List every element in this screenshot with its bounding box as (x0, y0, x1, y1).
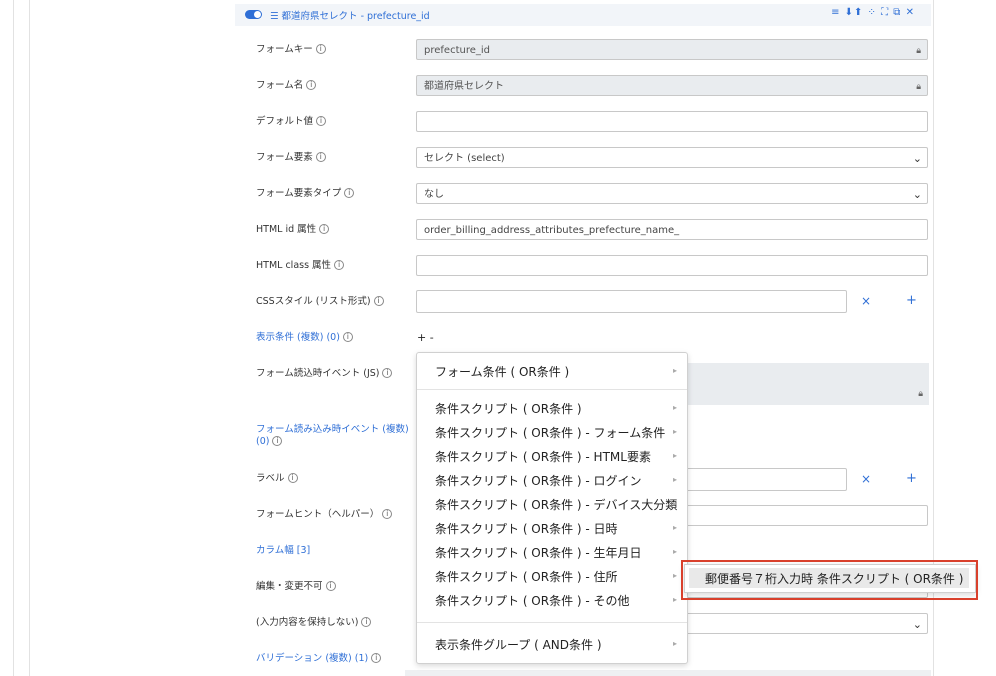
chevron-down-icon: ⌄ (912, 152, 922, 165)
no-keep-label: (入力内容を保持しない) i (256, 617, 372, 629)
toggle-knob (254, 11, 261, 18)
info-icon[interactable]: i (361, 617, 372, 627)
menu-item[interactable]: フォーム条件 ( OR条件 ) (435, 363, 569, 380)
form-load-events-label[interactable]: フォーム読み込み時イベント (複数) (0) i (256, 424, 409, 448)
panel-border-left (29, 0, 30, 676)
form-element-select[interactable]: セレクト (select) ⌄ (416, 147, 928, 168)
menu-item[interactable]: 条件スクリプト ( OR条件 ) - 日時 (435, 520, 618, 537)
add-icon[interactable]: + (906, 471, 917, 486)
form-key-label: フォームキー i (256, 44, 326, 56)
list-icon: ☰ (270, 11, 282, 22)
menu-item[interactable]: 条件スクリプト ( OR条件 ) - HTML要素 (435, 448, 651, 465)
page-border-left (13, 0, 14, 676)
chevron-right-icon: ▸ (672, 366, 677, 375)
add-remove-toggle[interactable]: + - (417, 331, 434, 344)
menu-item[interactable]: 条件スクリプト ( OR条件 ) - その他 (435, 592, 630, 609)
highlight-box (681, 560, 978, 600)
menu-item[interactable]: 条件スクリプト ( OR条件 ) (435, 400, 582, 417)
form-hint-label: フォームヒント（ヘルパー） i (256, 509, 393, 521)
chevron-right-icon: ▸ (672, 451, 677, 460)
display-condition-menu: フォーム条件 ( OR条件 ) ▸ 条件スクリプト ( OR条件 ) ▸ 条件ス… (416, 352, 688, 664)
item-title[interactable]: ☰ 都道府県セレクト - prefecture_id (270, 8, 430, 22)
html-id-input[interactable]: order_billing_address_attributes_prefect… (416, 219, 928, 240)
chevron-right-icon: ▸ (672, 475, 677, 484)
form-load-event-label: フォーム読込時イベント (JS) i (256, 368, 393, 380)
info-icon[interactable]: i (319, 224, 330, 234)
chevron-right-icon: ▸ (672, 523, 677, 532)
add-icon[interactable]: + (906, 293, 917, 308)
chevron-right-icon: ▸ (672, 639, 677, 648)
info-icon[interactable]: i (382, 509, 393, 519)
display-condition-label[interactable]: 表示条件 (複数) (0) i (256, 332, 353, 344)
enable-toggle[interactable] (245, 10, 262, 19)
item-header: ☰ 都道府県セレクト - prefecture_id ≡ ⬇⬆ ⁘ ⛶ ⧉ ✕ (235, 4, 931, 26)
chevron-down-icon: ⌄ (912, 618, 922, 631)
css-style-input[interactable] (416, 290, 847, 313)
info-icon[interactable]: i (315, 44, 326, 54)
lock-icon: 🔒︎ (916, 46, 921, 56)
info-icon[interactable]: i (315, 152, 326, 162)
form-element-type-select[interactable]: なし ⌄ (416, 183, 928, 204)
header-toolbar[interactable]: ≡ ⬇⬆ ⁘ ⛶ ⧉ ✕ (831, 7, 915, 18)
menu-item[interactable]: 条件スクリプト ( OR条件 ) - デバイス大分類 (435, 496, 677, 513)
chevron-right-icon: ▸ (672, 403, 677, 412)
chevron-right-icon: ▸ (672, 427, 677, 436)
info-icon[interactable]: i (382, 368, 393, 378)
form-key-input[interactable]: prefecture_id 🔒︎ (416, 39, 928, 60)
lock-icon: 🔒︎ (916, 82, 921, 92)
edit-lock-label: 編集・変更不可 i (256, 581, 336, 593)
info-icon[interactable]: i (342, 332, 353, 342)
info-icon[interactable]: i (306, 80, 317, 90)
menu-item[interactable]: 表示条件グループ ( AND条件 ) (435, 636, 602, 653)
form-element-label: フォーム要素 i (256, 152, 326, 164)
menu-item[interactable]: 条件スクリプト ( OR条件 ) - ログイン (435, 472, 642, 489)
chevron-right-icon: ▸ (672, 595, 677, 604)
info-icon[interactable]: i (287, 473, 298, 483)
html-id-label: HTML id 属性 i (256, 224, 330, 236)
chevron-right-icon: ▸ (672, 571, 677, 580)
chevron-down-icon: ⌄ (912, 188, 922, 201)
info-icon[interactable]: i (371, 653, 382, 663)
default-value-input[interactable] (416, 111, 928, 132)
validation-label[interactable]: バリデーション (複数) (1) i (256, 653, 382, 665)
form-element-type-label: フォーム要素タイプ i (256, 188, 355, 200)
info-icon[interactable]: i (272, 436, 283, 446)
column-width-label[interactable]: カラム幅 [3] (256, 545, 310, 557)
form-name-label: フォーム名 i (256, 80, 317, 92)
menu-item[interactable]: 条件スクリプト ( OR条件 ) - 生年月日 (435, 544, 642, 561)
remove-icon[interactable]: × (861, 294, 871, 308)
menu-item[interactable]: 条件スクリプト ( OR条件 ) - フォーム条件 (435, 424, 665, 441)
validation-area (405, 670, 931, 676)
info-icon[interactable]: i (344, 188, 355, 198)
info-icon[interactable]: i (316, 116, 327, 126)
chevron-right-icon: ▸ (672, 547, 677, 556)
form-name-input[interactable]: 都道府県セレクト 🔒︎ (416, 75, 928, 96)
menu-item[interactable]: 条件スクリプト ( OR条件 ) - 住所 (435, 568, 618, 585)
html-class-input[interactable] (416, 255, 928, 276)
default-value-label: デフォルト値 i (256, 116, 327, 128)
lock-icon: 🔒︎ (918, 389, 923, 399)
remove-icon[interactable]: × (861, 472, 871, 486)
menu-divider (417, 389, 687, 390)
info-icon[interactable]: i (325, 581, 336, 591)
info-icon[interactable]: i (373, 296, 384, 306)
menu-divider (417, 622, 687, 623)
css-style-label: CSSスタイル (リスト形式) i (256, 296, 384, 308)
chevron-right-icon: ▸ (672, 499, 677, 508)
info-icon[interactable]: i (334, 260, 345, 270)
label-label: ラベル i (256, 473, 298, 485)
html-class-label: HTML class 属性 i (256, 260, 345, 272)
